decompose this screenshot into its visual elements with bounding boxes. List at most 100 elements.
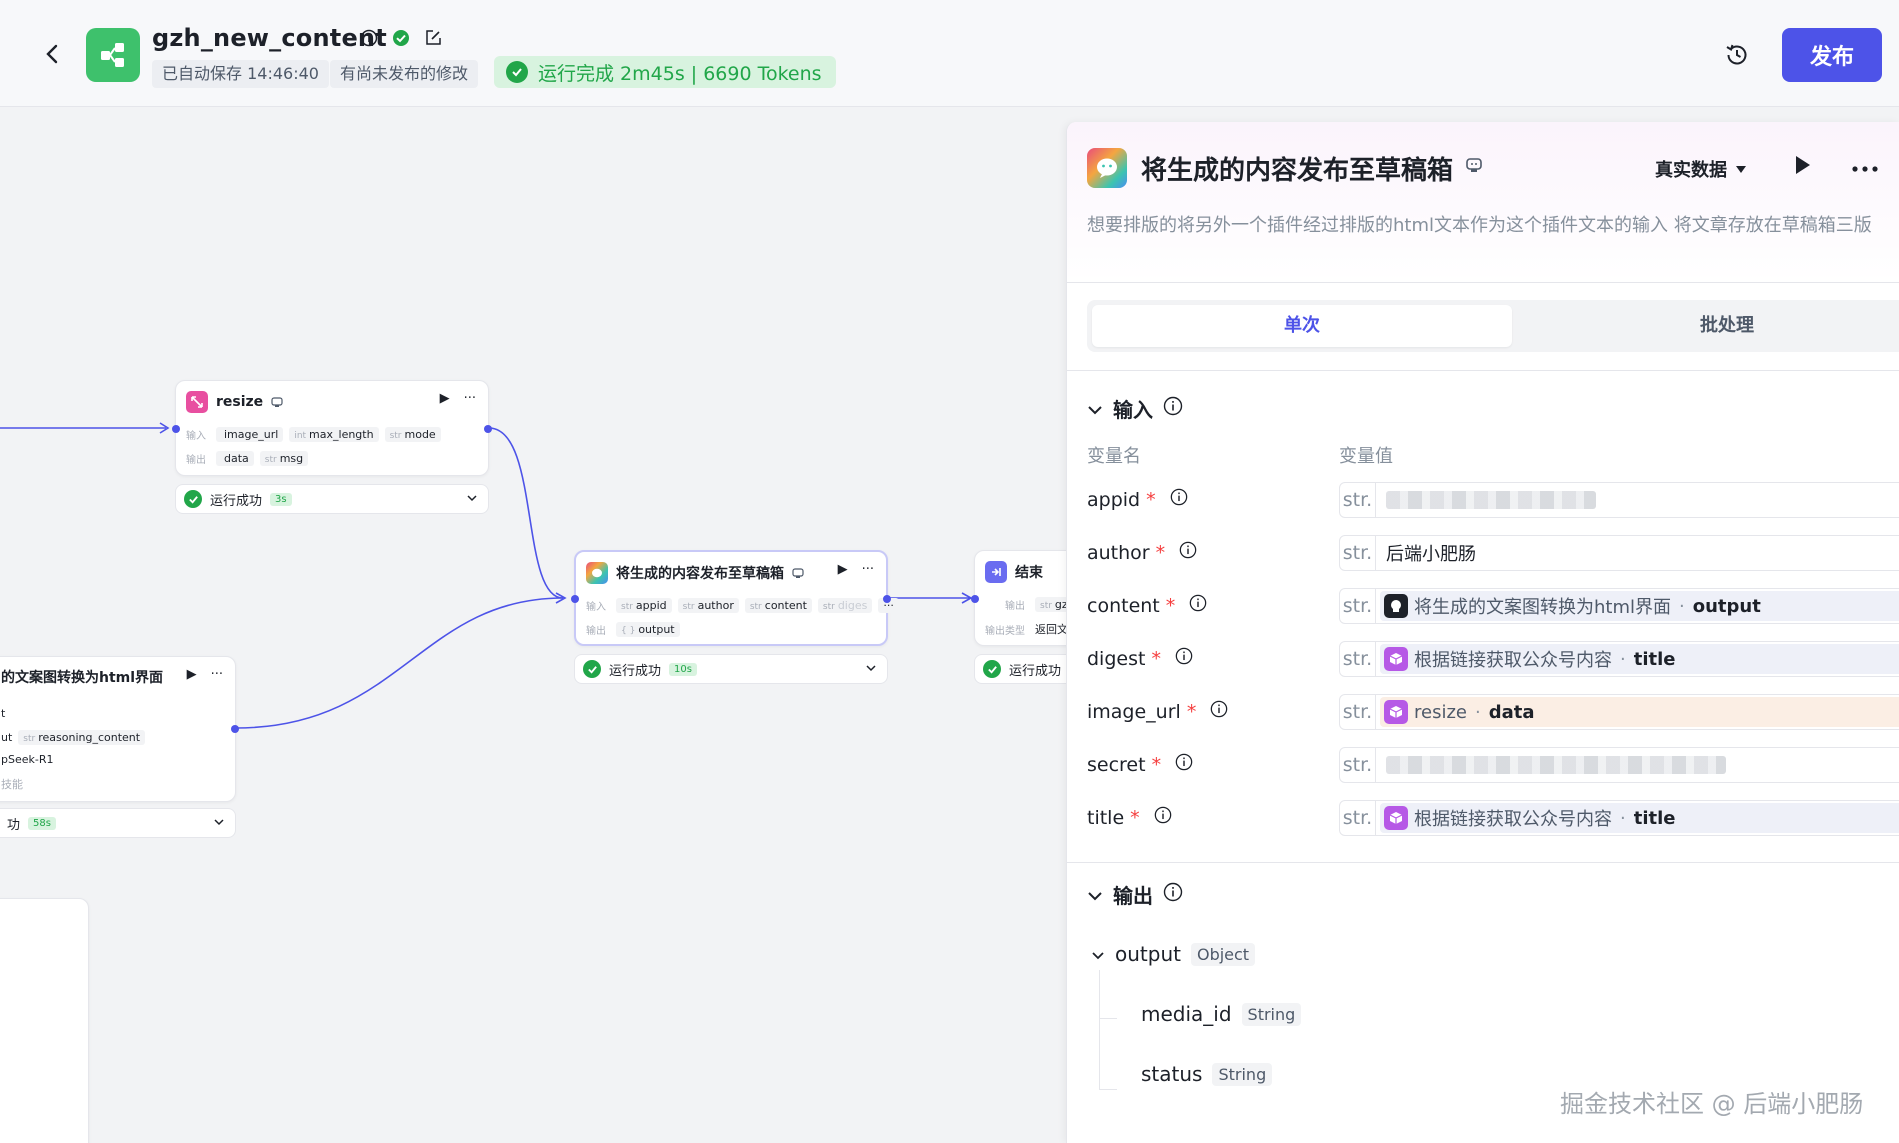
chevron-down-icon[interactable] [466, 492, 478, 508]
row-label: 输出 [1005, 601, 1025, 612]
chevron-down-icon[interactable] [865, 662, 877, 678]
input-pill: str author [677, 598, 739, 613]
info-icon[interactable] [1189, 594, 1207, 617]
node-resize[interactable]: resize ▶ ··· 输入 image_url int max_length … [172, 380, 492, 476]
resize-plugin-icon [186, 391, 208, 413]
output-port[interactable] [883, 595, 891, 603]
info-icon[interactable] [1175, 753, 1193, 776]
node-title: 的文案图转换为html界面 [1, 670, 164, 686]
info-icon[interactable] [1170, 488, 1188, 511]
data-source-select[interactable]: 真实数据 [1655, 156, 1747, 182]
more-icon[interactable]: ··· [862, 562, 874, 577]
edge-resize-to-publish [488, 427, 564, 599]
var-value-content[interactable]: str. 将生成的文案图转换为html界面 · output [1339, 588, 1899, 624]
node-html-convert[interactable]: 的文案图转换为html界面 ▶ ··· t ut str reasoning_co… [0, 656, 239, 802]
var-value-secret[interactable]: str. [1339, 747, 1899, 783]
info-icon[interactable] [1154, 806, 1172, 829]
run-status-chip[interactable]: 运行完成 2m45s | 6690 Tokens [494, 56, 836, 88]
node-run-status[interactable]: 运行成功 3s [175, 484, 489, 514]
run-node-icon[interactable]: ▶ [440, 391, 450, 406]
output-pill: str msg [259, 451, 309, 466]
node-config-panel: 将生成的内容发布至草稿箱 真实数据 想要排版的将另外一个插件经过排版的html文… [1066, 122, 1899, 1143]
info-icon[interactable] [358, 27, 380, 49]
end-node-icon [985, 561, 1007, 583]
input-port[interactable] [571, 595, 579, 603]
input-pill: str mode [384, 427, 441, 442]
play-icon[interactable] [1793, 154, 1813, 180]
node-publish-draft[interactable]: 将生成的内容发布至草稿箱 ▶ ··· 输入 str appid str author… [571, 550, 899, 646]
chevron-down-icon [1087, 397, 1103, 421]
var-value-image-url[interactable]: str. resize · data [1339, 694, 1899, 730]
variable-reference[interactable]: 根据链接获取公众号内容 · title [1380, 644, 1899, 674]
chevron-down-icon[interactable] [1091, 942, 1105, 966]
input-port[interactable] [971, 595, 979, 603]
tab-batch[interactable]: 批处理 [1517, 305, 1899, 347]
publish-button[interactable]: 发布 [1782, 28, 1882, 82]
input-pill: str diges [817, 598, 873, 613]
edge-html-to-publish [235, 597, 564, 729]
back-arrow-icon[interactable] [38, 40, 66, 68]
input-section-toggle[interactable]: 输入 [1087, 394, 1183, 423]
success-check-icon [983, 660, 1001, 678]
row-label: 输入 [186, 431, 206, 442]
info-icon[interactable] [1175, 647, 1193, 670]
wechat-plugin-icon [1087, 148, 1127, 188]
var-value-title[interactable]: str. 根据链接获取公众号内容 · title [1339, 800, 1899, 836]
node-title: resize [216, 394, 264, 410]
type-tag: Object [1190, 942, 1256, 966]
published-check-icon [390, 27, 412, 49]
history-icon[interactable] [1722, 40, 1752, 70]
tab-single[interactable]: 单次 [1092, 305, 1512, 347]
more-icon[interactable]: ··· [464, 391, 476, 406]
input-port[interactable] [172, 425, 180, 433]
plugin-badge-icon [271, 393, 283, 412]
node-end[interactable]: 结束 输出 strgzh 输出类型 返回文 [971, 550, 1070, 646]
info-icon[interactable] [1163, 396, 1183, 421]
node-run-status[interactable]: 运行成功 [974, 654, 1070, 684]
top-bar: gzh_new_content 已自动保存 14:46:40 有尚未发布的修改 … [0, 0, 1899, 107]
output-name: status [1141, 1062, 1203, 1086]
plugin-badge-icon [1465, 156, 1483, 178]
unpublished-chip: 有尚未发布的修改 [330, 60, 479, 88]
output-port[interactable] [484, 425, 492, 433]
type-tag: String [1212, 1062, 1273, 1086]
var-value-appid[interactable]: str. [1339, 482, 1899, 518]
tree-line [1099, 970, 1100, 1090]
edit-icon[interactable] [422, 27, 444, 49]
output-section-toggle[interactable]: 输出 [1087, 880, 1183, 909]
workflow-canvas[interactable]: resize ▶ ··· 输入 image_url int max_length … [0, 108, 1070, 1143]
status-text: 运行成功 [609, 663, 662, 679]
variable-reference[interactable]: 根据链接获取公众号内容 · title [1380, 803, 1899, 833]
run-node-icon[interactable]: ▶ [187, 667, 197, 682]
redacted-value [1386, 756, 1726, 774]
data-source-label: 真实数据 [1655, 160, 1727, 181]
run-node-icon[interactable]: ▶ [838, 562, 848, 577]
more-icon[interactable] [1851, 158, 1879, 177]
var-name-author: author * [1087, 541, 1197, 564]
more-icon[interactable]: ··· [211, 667, 223, 682]
chevron-down-icon[interactable] [213, 816, 225, 832]
output-name: output [1115, 942, 1181, 966]
variable-reference-warning[interactable]: resize · data [1380, 697, 1899, 727]
node-run-status[interactable]: 运行成功 10s [574, 654, 888, 684]
info-icon[interactable] [1210, 700, 1228, 723]
row-text: ut [1, 731, 13, 744]
var-name-secret: secret * [1087, 753, 1193, 776]
variable-reference[interactable]: 将生成的文案图转换为html界面 · output [1380, 591, 1899, 621]
col-variable-value: 变量值 [1339, 446, 1393, 467]
var-value-author[interactable]: str. 后端小肥肠 [1339, 535, 1899, 571]
watermark: 掘金技术社区 @ 后端小肥肠 [1560, 1090, 1864, 1118]
var-value-digest[interactable]: str. 根据链接获取公众号内容 · title [1339, 641, 1899, 677]
row-label: 输出 [586, 626, 606, 637]
info-icon[interactable] [1179, 541, 1197, 564]
output-tree-root[interactable]: output Object [1091, 942, 1256, 966]
status-text: 运行成功 [210, 493, 263, 509]
node-partial[interactable] [0, 898, 89, 1143]
node-run-status[interactable]: 功 58s [0, 808, 236, 838]
plugin-cube-icon [1384, 647, 1408, 671]
output-port[interactable] [231, 725, 239, 733]
edges-layer [0, 422, 973, 729]
row-label: 输出类型 [985, 625, 1025, 637]
run-status-text: 运行完成 2m45s | 6690 Tokens [538, 62, 822, 85]
info-icon[interactable] [1163, 882, 1183, 907]
